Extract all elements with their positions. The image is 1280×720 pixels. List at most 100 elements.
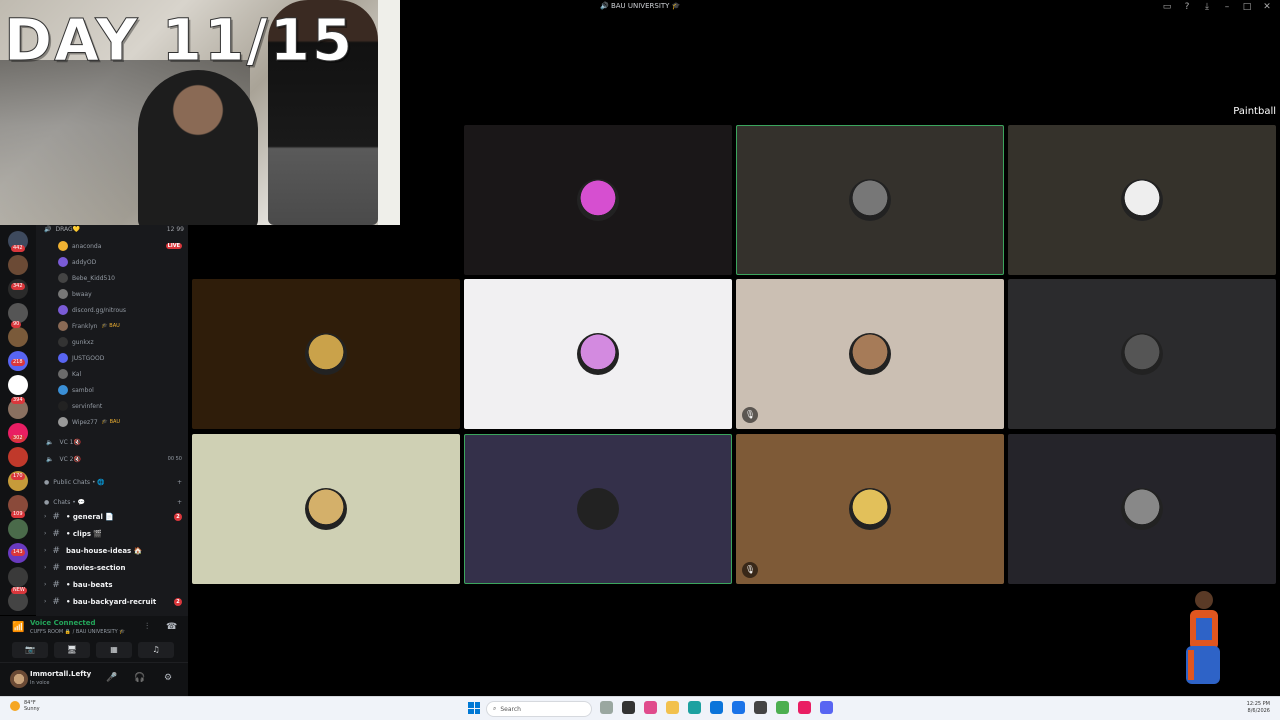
participant-tile[interactable] [464,125,732,275]
participant-avatar[interactable] [1121,333,1163,375]
voice-member[interactable]: addyOD [58,255,182,269]
server-mention-badge: 394 [11,397,25,404]
participant-tile[interactable] [192,279,460,429]
participant-avatar[interactable] [849,333,891,375]
chrome-icon[interactable] [776,701,789,714]
taskbar-search[interactable]: ⌕ Search [486,701,592,717]
voice-member[interactable]: Kal [58,367,182,381]
participant-avatar[interactable] [849,488,891,530]
voice-member[interactable]: gunkxz [58,335,182,349]
server-icon[interactable] [8,447,28,467]
participant-avatar[interactable] [577,179,619,221]
text-channel[interactable]: › # • bau-backyard-recruit 2 [44,594,182,609]
weather-widget[interactable]: 84°F Sunny [10,700,40,712]
widgets-icon[interactable] [600,701,613,714]
app-icon[interactable] [798,701,811,714]
member-name: servinfent [72,402,103,410]
screen-share-button[interactable]: 🖥 [54,642,90,658]
voice-member[interactable]: anaconda LIVE [58,239,182,253]
headphones-icon[interactable]: 🎧 [134,673,145,683]
channel-category[interactable]: ● Chats • 💬 + [44,496,182,508]
edge-icon[interactable] [688,701,701,714]
voice-status[interactable]: Voice Connected [30,619,96,627]
voice-member[interactable]: bwaay [58,287,182,301]
voice-channel[interactable]: 🔈 VC 2🔇 00 50 [46,452,182,466]
voice-member[interactable]: servinfent [58,399,182,413]
disconnect-icon[interactable]: ☎ [166,622,177,632]
participant-avatar[interactable] [1121,488,1163,530]
maximize-icon[interactable]: □ [1242,2,1252,12]
participant-avatar[interactable] [305,333,347,375]
current-voice-channel[interactable]: 🔊 DRAG💛 12 99 [44,226,184,233]
username[interactable]: Immortall.Lefty [30,670,91,678]
download-icon[interactable]: ⤓ [1202,2,1212,12]
discord-icon[interactable] [820,701,833,714]
task-view-icon[interactable] [622,701,635,714]
avatar[interactable] [10,670,28,688]
server-icon[interactable] [8,519,28,539]
copilot-icon[interactable] [644,701,657,714]
speaker-icon: 🔈 [46,455,54,463]
muted-icon: 🎙 [742,407,758,423]
participant-avatar[interactable] [849,179,891,221]
participant-avatar[interactable] [305,488,347,530]
participant-tile[interactable] [1008,279,1276,429]
server-icon[interactable] [8,591,28,611]
participant-tile[interactable]: 🎙 [736,279,1004,429]
channel-category[interactable]: ● Public Chats • 🌐 + [44,476,182,488]
windows-start-icon[interactable] [468,702,480,714]
settings-gear-icon[interactable]: ⚙ [164,673,172,683]
text-channel[interactable]: › # • bau-beats [44,577,182,592]
obs-icon[interactable] [754,701,767,714]
mute-mic-icon[interactable]: 🎤 [106,673,117,683]
participant-tile[interactable] [464,279,732,429]
soundboard-button[interactable]: ♫ [138,642,174,658]
text-channel[interactable]: › # • clips 🎬 [44,526,182,541]
title-bar: 🔊 BAU UNIVERSITY 🎓 ▭ ? ⤓ – □ ✕ [400,0,1280,16]
close-icon[interactable]: ✕ [1262,2,1272,12]
system-clock[interactable]: 12:25 PM 8/6/2026 [1247,701,1270,715]
server-icon[interactable] [8,303,28,323]
member-name: Wipez77 [72,418,98,426]
voice-member[interactable]: sambol [58,383,182,397]
store-icon[interactable] [710,701,723,714]
participant-avatar[interactable] [577,488,619,530]
participant-tile[interactable] [1008,434,1276,584]
voice-member[interactable]: JUSTGOOD [58,351,182,365]
avatar [58,257,68,267]
participant-avatar[interactable] [577,333,619,375]
voice-room-name[interactable]: CUFFS ROOM 🔒 / BAU UNIVERSITY 🎓 [30,629,126,635]
voice-member[interactable]: Bebe_Kidd510 [58,271,182,285]
voice-member[interactable]: Franklyn 🎓 BAU [58,319,182,333]
participant-tile[interactable] [736,125,1004,275]
voice-channel[interactable]: 🔈 VC 1🔇 [46,435,182,449]
server-icon[interactable] [8,567,28,587]
participant-tile[interactable] [1008,125,1276,275]
add-channel-icon[interactable]: + [177,479,182,486]
category-name: Public Chats • 🌐 [53,478,105,486]
clock-time: 12:25 PM [1246,701,1270,707]
text-channel-name: movies-section [65,563,126,572]
text-channel[interactable]: › # bau-house-ideas 🏠 [44,543,182,558]
signal-icon[interactable]: 📶 [12,622,24,633]
mail-icon[interactable] [732,701,745,714]
file-explorer-icon[interactable] [666,701,679,714]
camera-button[interactable]: 📷 [12,642,48,658]
server-icon[interactable] [8,327,28,347]
participant-tile[interactable]: 🎙 [736,434,1004,584]
add-channel-icon[interactable]: + [177,499,182,506]
participant-tile[interactable] [464,434,732,584]
text-channel[interactable]: › # movies-section [44,560,182,575]
activities-button[interactable]: ▦ [96,642,132,658]
participant-tile[interactable] [192,434,460,584]
inbox-icon[interactable]: ▭ [1162,2,1172,12]
voice-member[interactable]: discord.gg/nitrous [58,303,182,317]
server-icon[interactable] [8,375,28,395]
server-icon[interactable] [8,255,28,275]
noise-suppression-icon[interactable]: ⫶ [146,622,148,632]
minimize-icon[interactable]: – [1222,2,1232,12]
participant-avatar[interactable] [1121,179,1163,221]
text-channel[interactable]: › # • general 📄 2 [44,509,182,524]
voice-member[interactable]: Wipez77 🎓 BAU [58,415,182,429]
help-icon[interactable]: ? [1182,2,1192,12]
